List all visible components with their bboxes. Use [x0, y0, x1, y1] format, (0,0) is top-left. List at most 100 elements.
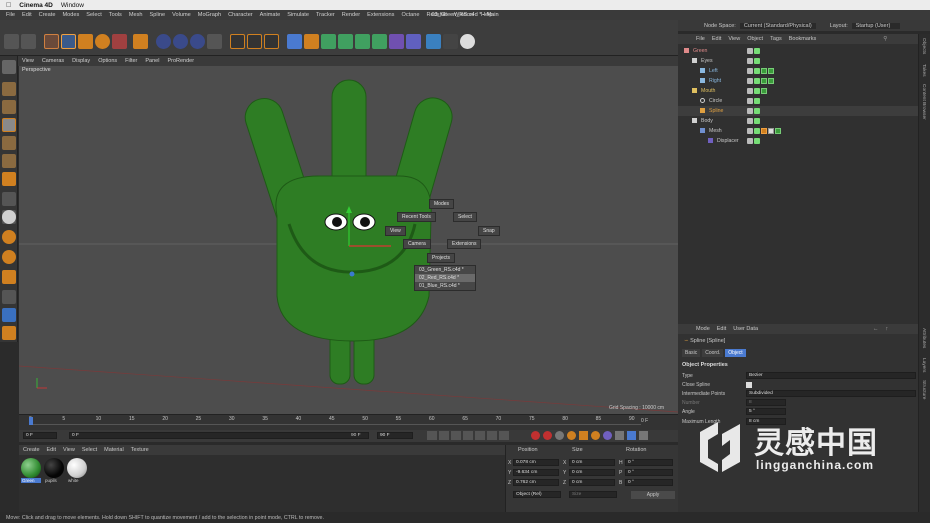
attr-menu-edit[interactable]: Edit: [717, 326, 726, 332]
vp-menu-cameras[interactable]: Cameras: [42, 58, 64, 64]
pla-key-icon[interactable]: [615, 431, 624, 440]
object-row[interactable]: Green: [678, 46, 918, 56]
side-tab-layers[interactable]: Layers: [921, 358, 926, 372]
side-tab-structure[interactable]: Structure: [921, 380, 926, 399]
polygons-mode-icon[interactable]: [2, 172, 16, 186]
menu-character[interactable]: Character: [228, 12, 253, 18]
visibility-toggle[interactable]: [747, 117, 753, 124]
object-row[interactable]: Right: [678, 76, 918, 86]
recent-tool-icon[interactable]: [112, 34, 127, 49]
coord-mode-select[interactable]: Object (Rel): [513, 491, 561, 498]
material-tag-icon[interactable]: [775, 127, 781, 134]
obj-menu-tags[interactable]: Tags: [770, 36, 782, 42]
project-item-red[interactable]: 02_Red_RS.c4d *: [415, 274, 475, 282]
material-tag-icon[interactable]: [761, 87, 767, 94]
angle-field[interactable]: 5 °: [746, 408, 786, 415]
snap-icon[interactable]: [2, 210, 16, 224]
side-tab-attributes[interactable]: Attributes: [921, 328, 926, 348]
vp-menu-view[interactable]: View: [22, 58, 34, 64]
object-row-selected[interactable]: Spline: [678, 106, 918, 116]
enabled-check[interactable]: [754, 57, 760, 64]
record-icon[interactable]: [531, 431, 540, 440]
start-frame-field[interactable]: 0 F: [69, 432, 369, 439]
mograph-icon[interactable]: [372, 34, 387, 49]
object-row[interactable]: Displacer: [678, 136, 918, 146]
material-tag-icon[interactable]: [768, 67, 774, 74]
obj-menu-bookmarks[interactable]: Bookmarks: [789, 36, 817, 42]
timeline[interactable]: 051015202530354045505560657075808590 0 F: [19, 414, 678, 430]
goto-end-icon[interactable]: [499, 431, 509, 440]
visibility-toggle[interactable]: [747, 47, 753, 54]
prev-frame-icon[interactable]: [451, 431, 461, 440]
obj-menu-view[interactable]: View: [728, 36, 740, 42]
up-arrow-icon[interactable]: ↑: [886, 326, 889, 332]
search-icon[interactable]: ⚲: [883, 36, 887, 42]
workplane-icon[interactable]: [2, 250, 16, 264]
vp-menu-options[interactable]: Options: [98, 58, 117, 64]
visibility-toggle[interactable]: [747, 57, 753, 64]
material-white[interactable]: white: [67, 458, 87, 488]
make-editable-icon[interactable]: [2, 60, 16, 74]
tab-object[interactable]: Object: [725, 349, 746, 357]
mat-menu-material[interactable]: Material: [104, 447, 124, 453]
layout-icon[interactable]: [639, 431, 648, 440]
close-spline-checkbox[interactable]: [746, 382, 752, 388]
menu-mograph[interactable]: MoGraph: [198, 12, 221, 18]
object-row[interactable]: Body: [678, 116, 918, 126]
visibility-toggle[interactable]: [747, 77, 753, 84]
floor-icon[interactable]: [426, 34, 441, 49]
cube-icon[interactable]: [287, 34, 302, 49]
scale-tool-icon[interactable]: [78, 34, 93, 49]
menu-modes[interactable]: Modes: [62, 12, 79, 18]
type-select[interactable]: Bezier: [746, 372, 916, 379]
menu-file[interactable]: File: [6, 12, 15, 18]
model-mode-icon[interactable]: [2, 82, 16, 96]
z-axis-icon[interactable]: [190, 34, 205, 49]
locked-workplane-icon[interactable]: [2, 270, 16, 284]
phong-tag-icon[interactable]: [761, 127, 767, 134]
ctx-modes[interactable]: Modes: [429, 199, 455, 209]
obj-menu-file[interactable]: File: [696, 36, 705, 42]
tab-basic[interactable]: Basic: [682, 349, 701, 357]
menu-help[interactable]: Help: [481, 12, 493, 18]
object-mode-icon[interactable]: [2, 118, 16, 132]
back-arrow-icon[interactable]: ←: [873, 326, 879, 332]
mat-menu-create[interactable]: Create: [23, 447, 40, 453]
size-mode-select[interactable]: Size: [569, 491, 617, 498]
camera-icon[interactable]: [443, 34, 458, 49]
render-region-icon[interactable]: [230, 34, 245, 49]
object-row[interactable]: Circle: [678, 96, 918, 106]
pos-y-field[interactable]: -9.634 cm: [513, 469, 559, 476]
menu-render[interactable]: Render: [342, 12, 360, 18]
material-green[interactable]: Green: [21, 458, 41, 488]
ctx-view[interactable]: View: [385, 226, 406, 236]
visibility-toggle[interactable]: [747, 67, 753, 74]
vp-menu-panel[interactable]: Panel: [145, 58, 159, 64]
object-row[interactable]: Eyes: [678, 56, 918, 66]
coord-system-icon[interactable]: [207, 34, 222, 49]
play-icon[interactable]: [463, 431, 473, 440]
ctx-projects[interactable]: Projects: [427, 253, 456, 263]
select-tool-icon[interactable]: [44, 34, 59, 49]
vp-menu-prorender[interactable]: ProRender: [167, 58, 194, 64]
x-axis-icon[interactable]: [156, 34, 171, 49]
visibility-toggle[interactable]: [747, 97, 753, 104]
object-row[interactable]: Mouth: [678, 86, 918, 96]
vp-menu-filter[interactable]: Filter: [125, 58, 137, 64]
vp-menu-display[interactable]: Display: [72, 58, 90, 64]
mat-menu-view[interactable]: View: [63, 447, 75, 453]
keyframe-selection-icon[interactable]: [555, 431, 564, 440]
next-key-icon[interactable]: [487, 431, 497, 440]
enabled-check[interactable]: [754, 47, 760, 54]
attr-menu-user-data[interactable]: User Data: [733, 326, 758, 332]
add-tool-icon[interactable]: [133, 34, 148, 49]
mat-menu-select[interactable]: Select: [82, 447, 97, 453]
apply-button[interactable]: Apply: [631, 491, 675, 499]
menu-spline[interactable]: Spline: [150, 12, 166, 18]
material-tag-icon[interactable]: [761, 67, 767, 74]
pos-z-field[interactable]: 0.762 cm: [513, 479, 559, 486]
object-row[interactable]: Mesh: [678, 126, 918, 136]
render-view-icon[interactable]: [247, 34, 262, 49]
current-frame-field[interactable]: 0 F: [23, 432, 57, 439]
points-mode-icon[interactable]: [2, 136, 16, 150]
